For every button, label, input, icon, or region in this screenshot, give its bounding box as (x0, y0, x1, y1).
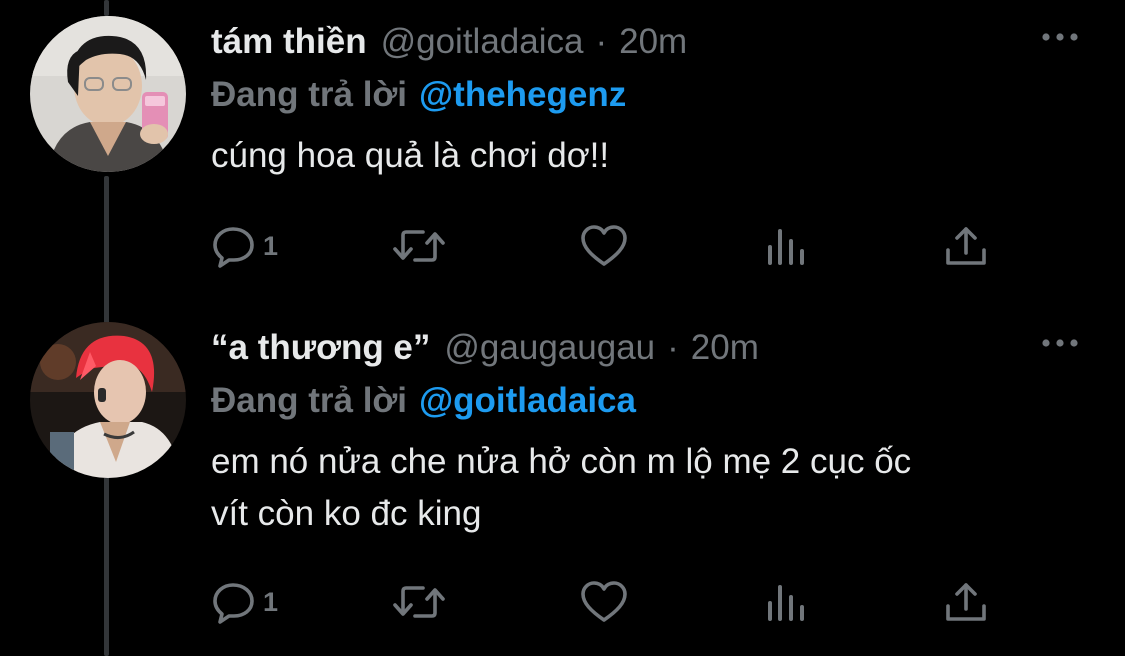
reply-count: 1 (263, 230, 279, 261)
like-button[interactable] (579, 576, 629, 628)
reply-mention-link[interactable]: @goitladaica (419, 381, 636, 421)
user-handle[interactable]: @goitladaica (381, 22, 584, 62)
reply-button[interactable]: 1 (211, 220, 278, 272)
reply-icon (211, 579, 257, 625)
analytics-button[interactable] (764, 576, 808, 628)
analytics-icon (764, 579, 808, 625)
avatar[interactable] (30, 322, 186, 478)
reply-count: 1 (263, 586, 279, 617)
avatar[interactable] (30, 16, 186, 172)
share-icon (943, 223, 989, 269)
tweet[interactable]: “a thương e” @gaugaugau · 20m Đang trả l… (0, 320, 1125, 656)
share-button[interactable] (943, 220, 989, 272)
user-handle[interactable]: @gaugaugau (444, 328, 655, 368)
separator-dot: · (595, 22, 608, 61)
analytics-button[interactable] (764, 220, 808, 272)
tweet-text: cúng hoa quả là chơi dơ!! (211, 136, 610, 175)
replying-to: Đang trả lời @thehegenz (211, 68, 1095, 122)
reply-mention-link[interactable]: @thehegenz (419, 75, 626, 115)
tweet-actions: 1 (211, 576, 1011, 628)
reply-button[interactable]: 1 (211, 576, 278, 628)
tweet-content: tám thiền @goitladaica · 20m Đang trả lờ… (211, 16, 1095, 182)
separator-dot: · (667, 328, 679, 367)
tweet-header: “a thương e” @gaugaugau · 20m (211, 322, 1095, 374)
share-button[interactable] (943, 576, 989, 628)
like-button[interactable] (579, 220, 629, 272)
timestamp[interactable]: 20m (619, 22, 687, 62)
replying-to-label: Đang trả lời (211, 75, 408, 114)
display-name[interactable]: “a thương e” (211, 328, 430, 368)
heart-icon (579, 579, 629, 625)
tweet[interactable]: tám thiền @goitladaica · 20m Đang trả lờ… (0, 0, 1125, 320)
heart-icon (579, 223, 629, 269)
tweet-content: “a thương e” @gaugaugau · 20m Đang trả l… (211, 322, 1095, 540)
retweet-icon (391, 223, 447, 269)
analytics-icon (764, 223, 808, 269)
retweet-icon (391, 579, 447, 625)
tweet-header: tám thiền @goitladaica · 20m (211, 16, 1095, 68)
timestamp[interactable]: 20m (691, 328, 759, 368)
retweet-button[interactable] (391, 220, 447, 272)
more-horizontal-icon[interactable] (1039, 22, 1081, 52)
replying-to: Đang trả lời @goitladaica (211, 374, 1095, 428)
tweet-feed: tám thiền @goitladaica · 20m Đang trả lờ… (0, 0, 1125, 656)
retweet-button[interactable] (391, 576, 447, 628)
tweet-text: em nó nửa che nửa hở còn m lộ mẹ 2 cục ố… (211, 442, 912, 533)
tweet-actions: 1 (211, 220, 1011, 272)
replying-to-label: Đang trả lời (211, 381, 408, 420)
share-icon (943, 579, 989, 625)
display-name[interactable]: tám thiền (211, 22, 367, 62)
more-horizontal-icon[interactable] (1039, 328, 1081, 358)
reply-icon (211, 223, 257, 269)
